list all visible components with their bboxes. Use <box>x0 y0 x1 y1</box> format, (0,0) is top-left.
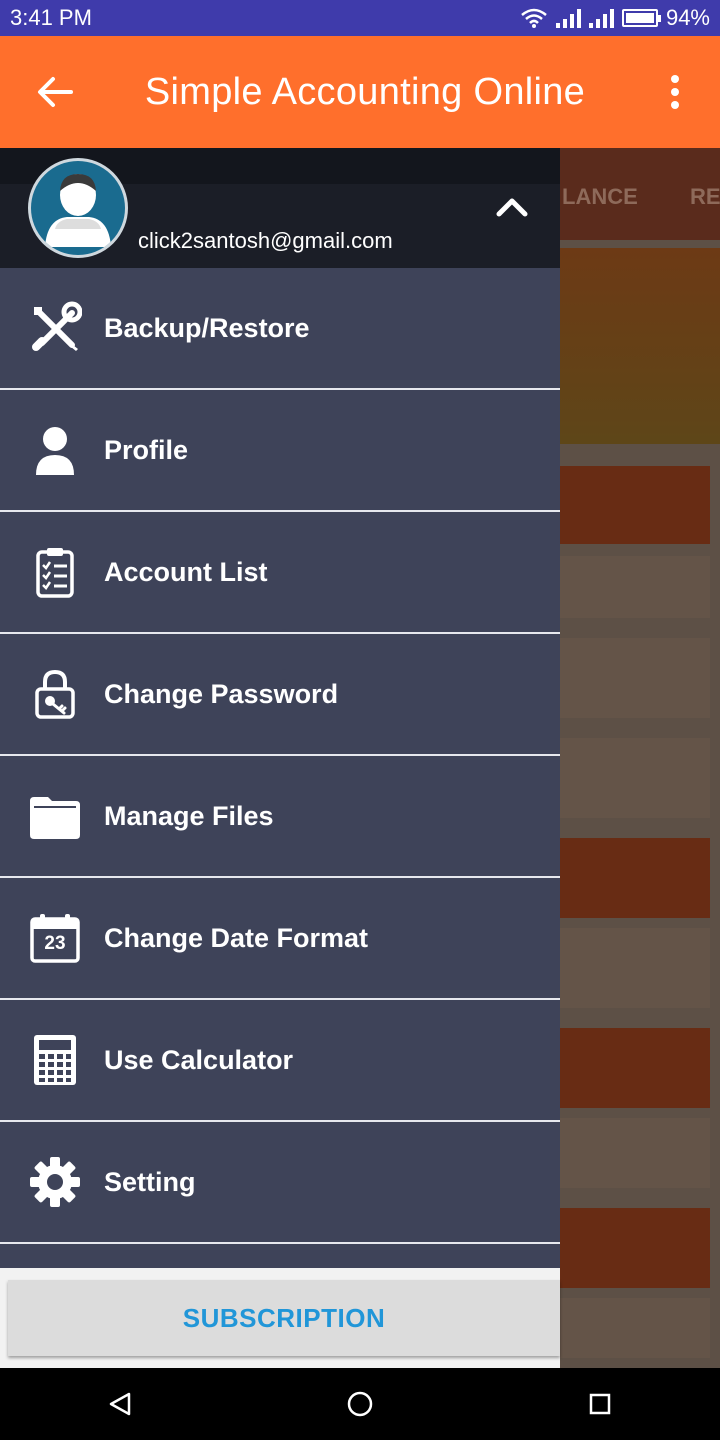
lock-key-icon <box>35 669 75 719</box>
menu-item-change-password[interactable]: Change Password <box>0 634 560 756</box>
background-row <box>560 466 710 544</box>
subscription-button[interactable]: SUBSCRIPTION <box>8 1280 560 1356</box>
background-row <box>560 1298 710 1358</box>
menu-item-use-calculator[interactable]: Use Calculator <box>0 1000 560 1122</box>
arrow-left-icon <box>38 77 73 107</box>
background-row <box>560 738 710 818</box>
more-vertical-icon <box>671 75 679 109</box>
circle-home-icon <box>347 1391 373 1417</box>
calculator-icon <box>34 1035 76 1085</box>
background-row <box>560 928 710 1008</box>
background-summary-panel <box>560 248 720 444</box>
menu-item-label: Manage Files <box>104 800 274 831</box>
nav-home-button[interactable] <box>260 1368 460 1440</box>
background-tabs: LANCE RE <box>560 148 720 240</box>
menu-item-manage-files[interactable]: Manage Files <box>0 756 560 878</box>
menu-item-setting[interactable]: Setting <box>0 1122 560 1244</box>
battery-percent: 94% <box>665 5 710 30</box>
menu-item-backup-restore[interactable]: Backup/Restore <box>0 268 560 390</box>
status-time: 3:41 PM <box>10 5 92 30</box>
triangle-back-icon <box>109 1392 131 1416</box>
menu-item-label: Setting <box>104 1166 196 1197</box>
signal-icon-2 <box>588 8 614 28</box>
menu-item-change-date-format[interactable]: 23 Change Date Format <box>0 878 560 1000</box>
menu-item-label: Account List <box>104 556 268 587</box>
avatar[interactable] <box>28 158 128 258</box>
menu-item-profile[interactable]: Profile <box>0 390 560 512</box>
user-avatar-icon <box>45 174 111 247</box>
menu-item-label: Change Password <box>104 678 339 709</box>
square-recents-icon <box>589 1393 611 1415</box>
background-row <box>560 1118 710 1188</box>
clipboard-list-icon <box>36 548 74 598</box>
calendar-day-number: 23 <box>44 933 66 954</box>
battery-icon <box>621 9 661 27</box>
account-email: click2santosh@gmail.com <box>138 228 393 253</box>
app-bar: Simple Accounting Online <box>0 36 720 148</box>
subscription-area: SUBSCRIPTION <box>0 1268 560 1368</box>
system-navigation-bar <box>0 1368 720 1440</box>
menu-item-label: Use Calculator <box>104 1044 294 1075</box>
signal-icon <box>555 8 581 28</box>
background-row <box>560 556 710 618</box>
status-bar: 3:41 PM 94% <box>0 0 720 36</box>
back-button[interactable] <box>0 36 110 148</box>
account-toggle-button[interactable] <box>492 190 532 222</box>
wifi-icon <box>521 8 547 28</box>
chevron-up-icon <box>496 198 528 217</box>
gear-icon <box>30 1157 80 1207</box>
menu-item-label: Backup/Restore <box>104 312 310 343</box>
menu-item-label: Change Date Format <box>104 922 369 953</box>
menu-item-label: Profile <box>104 434 189 465</box>
folder-icon <box>30 797 80 839</box>
background-tab-report: RE <box>690 184 720 209</box>
menu-item-account-list[interactable]: Account List <box>0 512 560 634</box>
dimmed-background-content[interactable]: LANCE RE <box>560 148 720 1368</box>
background-row <box>560 838 710 918</box>
background-row <box>560 1208 710 1288</box>
background-row <box>560 638 710 718</box>
nav-back-button[interactable] <box>20 1368 220 1440</box>
person-icon <box>36 427 74 475</box>
overflow-menu-button[interactable] <box>630 36 720 148</box>
drawer-menu: Backup/Restore Profile Account List Chan… <box>0 268 560 1244</box>
navigation-drawer: click2santosh@gmail.com Backup/Restore P… <box>0 148 560 1368</box>
drawer-header: click2santosh@gmail.com <box>0 148 560 268</box>
background-row <box>560 1028 710 1108</box>
tools-icon <box>32 301 82 351</box>
background-tab-balance: LANCE <box>562 184 638 209</box>
app-title: Simple Accounting Online <box>144 70 586 113</box>
nav-recents-button[interactable] <box>500 1368 700 1440</box>
